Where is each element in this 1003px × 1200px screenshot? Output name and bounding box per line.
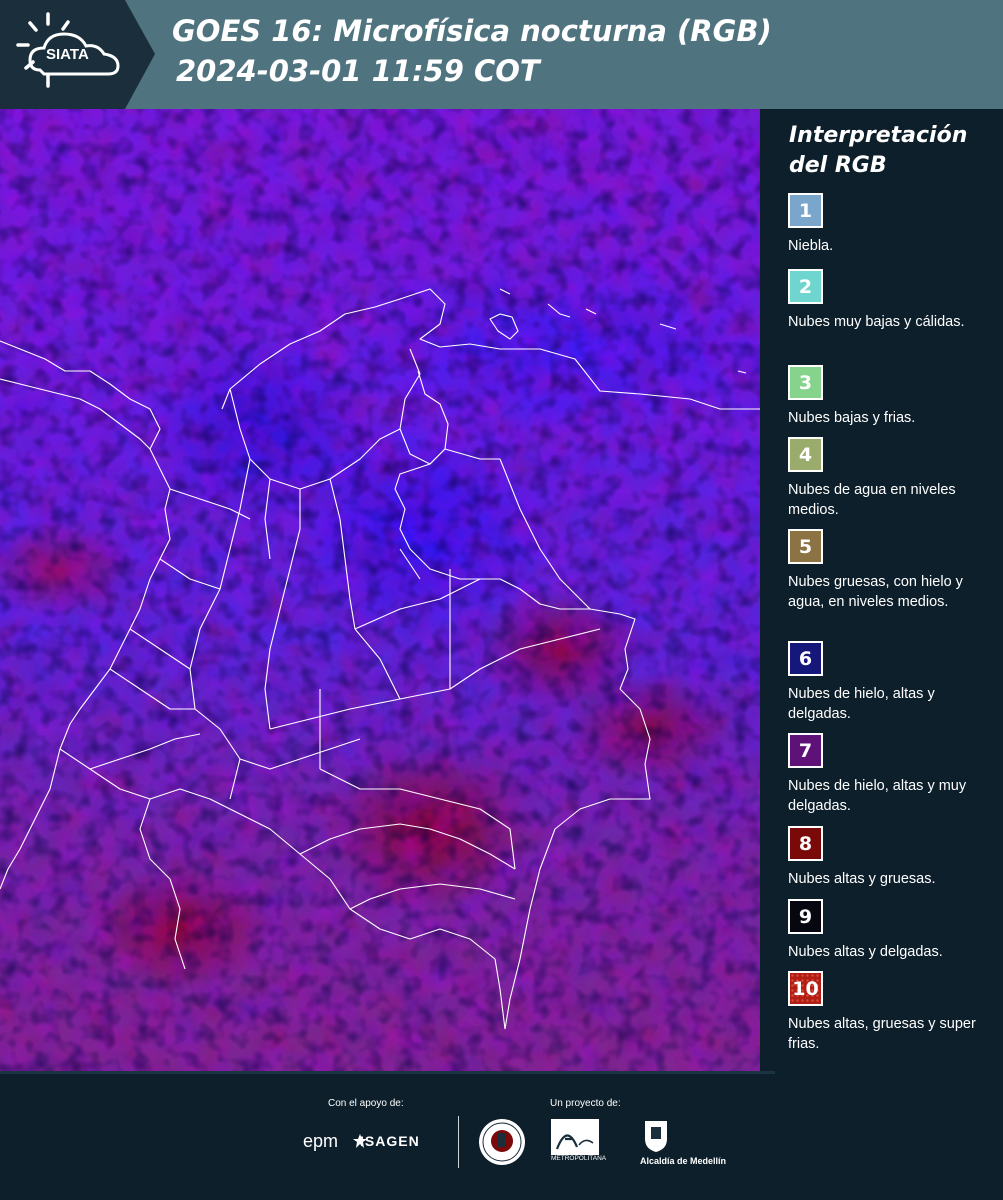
legend-label: Nubes de hielo, altas y delgadas. — [788, 686, 935, 722]
legend-label: Nubes bajas y frias. — [788, 410, 916, 426]
legend-label: Niebla. — [788, 238, 834, 254]
siata-logo-text: SIATA — [46, 46, 89, 63]
legend-label: Nubes de hielo, altas y muy delgadas. — [788, 778, 967, 814]
map-timestamp: 2024-03-01 11:59 COT — [176, 54, 540, 88]
legend-item: 1 Niebla. — [788, 193, 993, 256]
legend-label: Nubes altas, gruesas y super frias. — [788, 1016, 976, 1052]
legend-swatch: 2 — [788, 269, 823, 304]
legend-swatch: 7 — [788, 733, 823, 768]
epm-logo: epm — [303, 1131, 339, 1151]
rgb-legend: Interpretación del RGB 1 Niebla. 2 Nubes… — [760, 109, 1003, 1071]
footer-divider — [458, 1116, 459, 1168]
legend-label: Nubes de agua en niveles medios. — [788, 482, 956, 518]
legend-swatch: 3 — [788, 365, 823, 400]
legend-swatch: 1 — [788, 193, 823, 228]
legend-label: Nubes altas y delgadas. — [788, 944, 943, 960]
legend-label: Nubes muy bajas y cálidas. — [788, 314, 965, 330]
legend-label: Nubes altas y gruesas. — [788, 871, 936, 887]
legend-label: Nubes gruesas, con hielo y agua, en nive… — [788, 574, 963, 610]
legend-item: 10 Nubes altas, gruesas y super frias. — [788, 971, 993, 1054]
legend-item: 4 Nubes de agua en niveles medios. — [788, 437, 993, 520]
project-label: Un proyecto de: — [550, 1098, 621, 1109]
legend-item: 7 Nubes de hielo, altas y muy delgadas. — [788, 733, 993, 816]
satellite-map — [0, 109, 760, 1071]
map-title: GOES 16: Microfísica nocturna (RGB) — [172, 14, 772, 48]
dark-cloud-texture — [0, 109, 760, 1071]
legend-swatch: 10 — [788, 971, 823, 1006]
legend-item: 6 Nubes de hielo, altas y delgadas. — [788, 641, 993, 724]
alcaldia-label: Alcaldía de Medellín — [640, 1156, 727, 1166]
alcaldia-shield-icon — [645, 1121, 667, 1152]
support-label: Con el apoyo de: — [328, 1098, 404, 1109]
legend-item: 9 Nubes altas y delgadas. — [788, 899, 993, 962]
boundary-lines — [0, 109, 760, 1071]
footer: Con el apoyo de: epm ISAGEN Un proyecto … — [0, 1071, 1003, 1200]
legend-swatch: 8 — [788, 826, 823, 861]
isagen-logo: ISAGEN — [360, 1133, 420, 1149]
footer-divider-strip — [0, 1071, 775, 1074]
legend-swatch: 6 — [788, 641, 823, 676]
metropolitana-label: METROPOLITANA — [551, 1155, 607, 1162]
legend-title: Interpretación del RGB — [789, 123, 968, 178]
legend-item: 3 Nubes bajas y frias. — [788, 365, 993, 428]
legend-swatch: 9 — [788, 899, 823, 934]
legend-swatch: 5 — [788, 529, 823, 564]
header-bar: SIATA GOES 16: Microfísica nocturna (RGB… — [0, 0, 1003, 109]
area-metropolitana-logo-icon — [551, 1119, 599, 1155]
legend-swatch: 4 — [788, 437, 823, 472]
seal-logo-icon — [479, 1119, 525, 1165]
legend-item: 5 Nubes gruesas, con hielo y agua, en ni… — [788, 529, 993, 612]
legend-item: 2 Nubes muy bajas y cálidas. — [788, 269, 993, 332]
legend-item: 8 Nubes altas y gruesas. — [788, 826, 993, 889]
